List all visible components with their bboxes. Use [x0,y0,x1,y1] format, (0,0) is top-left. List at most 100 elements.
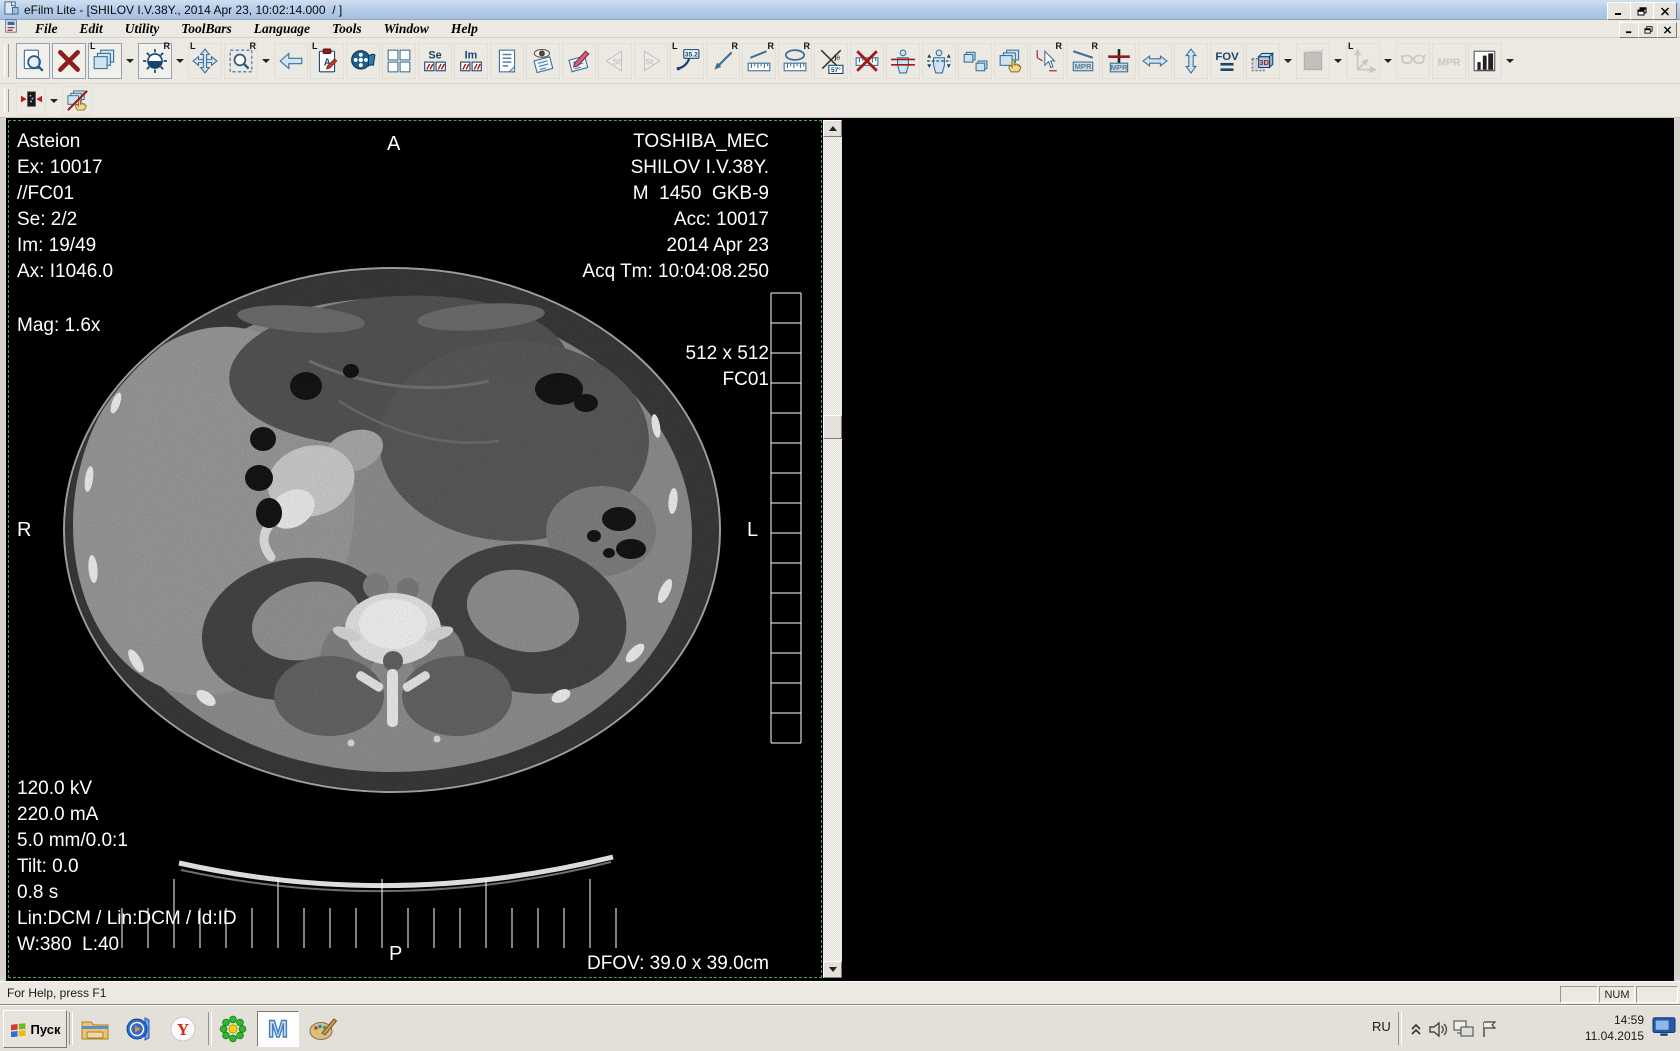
menu-language[interactable]: Language [243,20,321,37]
close-study-button[interactable] [52,43,86,79]
start-label: Пуск [31,1022,61,1037]
orthogonal-mpr-button[interactable]: MPR [1102,43,1136,79]
measure-ellipse-button[interactable]: R [778,43,812,79]
volume-icon[interactable] [1426,1017,1450,1041]
zoom-dropdown[interactable] [259,43,272,79]
mdi-minimize-button[interactable] [1619,22,1639,38]
edit-report-button[interactable] [562,43,596,79]
fit-image-dropdown[interactable] [47,86,60,116]
svg-text:35.2: 35.2 [685,51,698,58]
svg-text:Im: Im [465,49,478,61]
quicklaunch-yandex-browser[interactable]: Y [162,1011,204,1047]
menu-toolbars[interactable]: ToolBars [170,20,243,37]
previous-view-button[interactable] [274,43,308,79]
start-button[interactable]: Пуск [3,1010,67,1048]
zoom-button[interactable]: R [224,43,258,79]
flip-vertical-button[interactable] [1174,43,1208,79]
mdi-close-button[interactable] [1657,22,1677,38]
network-icon[interactable] [1452,1017,1476,1041]
menu-edit[interactable]: Edit [69,20,114,37]
frame-edge-right [1674,118,1680,981]
overlay-line: Asteion [17,129,113,155]
window-level-button[interactable]: R [138,43,172,79]
oblique-mpr-button[interactable]: MPR R [1066,43,1100,79]
series-layout-button[interactable]: Se [418,43,452,79]
stack-mode-dropdown[interactable] [123,43,136,79]
delete-measurements-button[interactable] [850,43,884,79]
display-tray-icon[interactable] [1652,1015,1676,1039]
fov-button[interactable]: FOV [1210,43,1244,79]
quicklaunch-efilm[interactable]: M [257,1011,299,1047]
quicklaunch-media-player[interactable] [118,1011,160,1047]
no-scroll-button[interactable] [62,86,92,116]
quicklaunch-icq[interactable] [212,1011,254,1047]
menu-file[interactable]: File [24,20,69,37]
menu-tools[interactable]: Tools [321,20,373,37]
axes-dropdown[interactable] [1381,43,1394,79]
image-layout-button[interactable]: Im [454,43,488,79]
scroll-up-button[interactable] [823,120,842,137]
overlay-line: Im: 19/49 [17,233,113,259]
toolbar-grip[interactable] [4,44,9,76]
image-viewport[interactable]: AsteionEx: 10017//FC01Se: 2/2Im: 19/49Ax… [8,120,822,978]
window-level-dropdown[interactable] [173,43,186,79]
fit-image-button[interactable] [16,86,46,116]
clip-box-dropdown[interactable] [1331,43,1344,79]
annotations-button[interactable]: AL [310,43,344,79]
menu-help[interactable]: Help [440,20,489,37]
overlay-technique-info: 120.0 kV220.0 mA5.0 mm/0.0:1Tilt: 0.00.8… [17,776,237,958]
view-report-button[interactable] [526,43,560,79]
mouse-button-label: L [672,42,678,51]
histogram-dropdown[interactable] [1503,43,1516,79]
toolbar-grip[interactable] [4,89,9,113]
overlay-line: Acq Tm: 10:04:08.250 [582,259,769,285]
volume-3d-dropdown[interactable] [1281,43,1294,79]
svg-text:MPR: MPR [1075,62,1092,71]
language-indicator[interactable]: RU [1372,1019,1391,1034]
measure-angle-button[interactable]: θ57° [814,43,848,79]
histogram-button[interactable] [1468,43,1502,79]
taskbar-divider [69,1012,73,1045]
scroll-down-button[interactable] [823,961,842,978]
report-button[interactable] [490,43,524,79]
status-cell-empty-2 [1636,986,1678,1003]
quicklaunch-file-manager[interactable] [74,1011,116,1047]
localizer-lines-button[interactable] [922,43,956,79]
layout-grid-button[interactable] [382,43,416,79]
open-study-button[interactable] [16,43,50,79]
mdi-document-icon[interactable] [4,19,18,38]
pan-button[interactable]: L [188,43,222,79]
svg-text:Se: Se [428,49,441,61]
flip-horizontal-button[interactable] [1138,43,1172,79]
hide-icons-chevron[interactable] [1404,1017,1428,1041]
restore-button[interactable] [1630,2,1654,20]
arrow-annotation-button[interactable]: R [706,43,740,79]
overlay-line: Lin:DCM / Lin:DCM / Id:ID [17,906,237,932]
minimize-button[interactable] [1607,2,1631,20]
menu-bar: FileEditUtilityToolBarsLanguageToolsWind… [0,20,1680,38]
probe-button[interactable]: 35.2 L [670,43,704,79]
image-scrollbar[interactable] [823,120,842,978]
overlay-line: Se: 2/2 [17,207,113,233]
flag-icon[interactable] [1478,1017,1502,1041]
mdi-restore-button[interactable] [1638,22,1658,38]
orientation-left: L [747,519,758,542]
quicklaunch-paint[interactable] [302,1011,344,1047]
cursor-3d-button[interactable]: R [1030,43,1064,79]
link-series-button[interactable] [958,43,992,79]
scout-lines-button[interactable] [886,43,920,79]
measure-line-button[interactable]: R [742,43,776,79]
stack-mode-button[interactable]: L [88,43,122,79]
mdi-client-area: AsteionEx: 10017//FC01Se: 2/2Im: 19/49Ax… [0,118,1680,981]
axes-button: L [1346,43,1380,79]
mouse-button-label: R [1092,42,1099,51]
scroll-all-button[interactable] [994,43,1028,79]
cine-button[interactable] [346,43,380,79]
menu-utility[interactable]: Utility [114,20,171,37]
clock[interactable]: 14:59 11.04.2015 [1552,1012,1644,1044]
menu-window[interactable]: Window [373,20,440,37]
volume-3d-button[interactable]: 3D [1246,43,1280,79]
close-button[interactable] [1653,2,1677,20]
stereo-glasses-button [1396,43,1430,79]
scrollbar-thumb[interactable] [823,415,842,439]
